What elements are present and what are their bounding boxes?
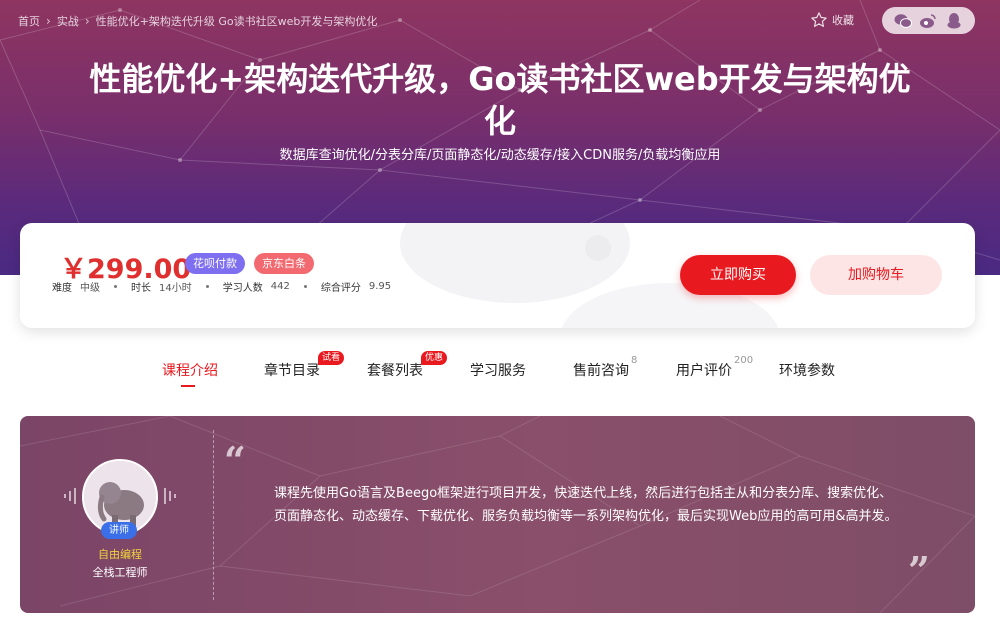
tab-label: 售前咨询 <box>573 363 629 379</box>
stat-label: 学习人数 <box>222 283 263 294</box>
breadcrumb-home[interactable]: 首页 <box>18 13 40 29</box>
tab-course-intro[interactable]: 课程介绍 <box>162 360 218 387</box>
course-description: 课程先使用Go语言及Beego框架进行项目开发，快速迭代上线，然后进行包括主从和… <box>274 486 898 524</box>
tab-label: 章节目录 <box>264 363 320 379</box>
tab-label: 环境参数 <box>779 363 835 379</box>
stat-label: 时长 <box>131 283 151 294</box>
tab-learning-service[interactable]: 学习服务 <box>470 360 526 380</box>
breadcrumb: 首页 › 实战 › 性能优化+架构迭代升级 Go读书社区web开发与架构优化 <box>18 13 377 29</box>
consult-count: 8 <box>631 355 638 367</box>
stat-separator <box>205 285 209 288</box>
stat-separator <box>303 285 307 288</box>
course-stats: 难度 中级 时长 14小时 学习人数 442 综合评分 9.95 <box>52 279 391 294</box>
stat-separator <box>114 285 117 288</box>
course-intro-panel: 讲师 自由编程 全栈工程师 “ 课程先使用Go语言及Beego框架进行项目开发，… <box>20 416 975 613</box>
course-subtitle: 数据库查询优化/分表分库/页面静态化/动态缓存/接入CDN服务/负载均衡应用 <box>279 148 721 163</box>
breadcrumb-current: 性能优化+架构迭代升级 Go读书社区web开发与架构优化 <box>95 15 378 28</box>
stat-label: 难度 <box>52 283 72 294</box>
course-title: 性能优化+架构迭代升级，Go读书社区web开发与架构优化 <box>89 60 911 140</box>
add-to-cart-button[interactable]: 加购物车 <box>810 255 942 295</box>
divider <box>213 430 214 600</box>
tab-label: 套餐列表 <box>367 363 423 379</box>
open-quote-icon: “ <box>224 438 246 483</box>
review-count: 200 <box>734 355 754 367</box>
breadcrumb-separator: › <box>46 14 51 28</box>
stat-label: 综合评分 <box>320 283 361 294</box>
decorative-circle <box>585 235 611 261</box>
tab-presale-consult[interactable]: 售前咨询8 <box>573 355 637 380</box>
teacher-badge: 讲师 <box>101 522 137 539</box>
tab-environment[interactable]: 环境参数 <box>779 360 835 380</box>
stat-value-duration: 14小时 <box>159 283 192 294</box>
active-tab-indicator <box>181 385 195 387</box>
tab-user-reviews[interactable]: 用户评价200 <box>676 355 753 380</box>
breadcrumb-separator: › <box>84 14 90 28</box>
close-quote-icon: ” <box>908 548 930 593</box>
jd-baitiao-tag: 京东白条 <box>254 253 314 274</box>
favorite-button[interactable]: 收藏 <box>810 11 854 29</box>
buy-now-button[interactable]: 立即购买 <box>680 255 796 295</box>
tab-label: 用户评价 <box>676 363 732 379</box>
star-icon <box>811 12 827 27</box>
qq-icon[interactable] <box>944 11 964 31</box>
stat-value-difficulty: 中级 <box>80 283 100 294</box>
sound-wave-icon <box>64 488 76 504</box>
tab-packages[interactable]: 套餐列表 优惠 <box>367 351 448 380</box>
tab-label: 学习服务 <box>470 363 526 379</box>
course-tabs: 课程介绍 章节目录 试看 套餐列表 优惠 学习服务 售前咨询8 用户评价200 … <box>0 351 1000 387</box>
favorite-label: 收藏 <box>832 14 854 27</box>
share-bar <box>882 7 975 34</box>
teacher-name[interactable]: 自由编程 <box>60 546 180 562</box>
weibo-icon[interactable] <box>918 11 938 31</box>
huabei-payment-tag: 花呗付款 <box>185 253 245 274</box>
teacher-role: 全栈工程师 <box>92 566 148 579</box>
stat-value-learners: 442 <box>270 281 290 292</box>
purchase-card: ￥299.00 花呗付款 京东白条 难度 中级 时长 14小时 学习人数 442… <box>20 223 975 328</box>
stat-value-rating: 9.95 <box>368 281 392 292</box>
tab-label: 课程介绍 <box>162 363 218 379</box>
tab-chapters[interactable]: 章节目录 试看 <box>264 351 345 380</box>
discount-badge: 优惠 <box>421 351 448 365</box>
sound-wave-icon <box>164 488 176 504</box>
wechat-icon[interactable] <box>893 11 913 31</box>
breadcrumb-practice[interactable]: 实战 <box>57 13 79 29</box>
trial-badge: 试看 <box>318 351 345 365</box>
